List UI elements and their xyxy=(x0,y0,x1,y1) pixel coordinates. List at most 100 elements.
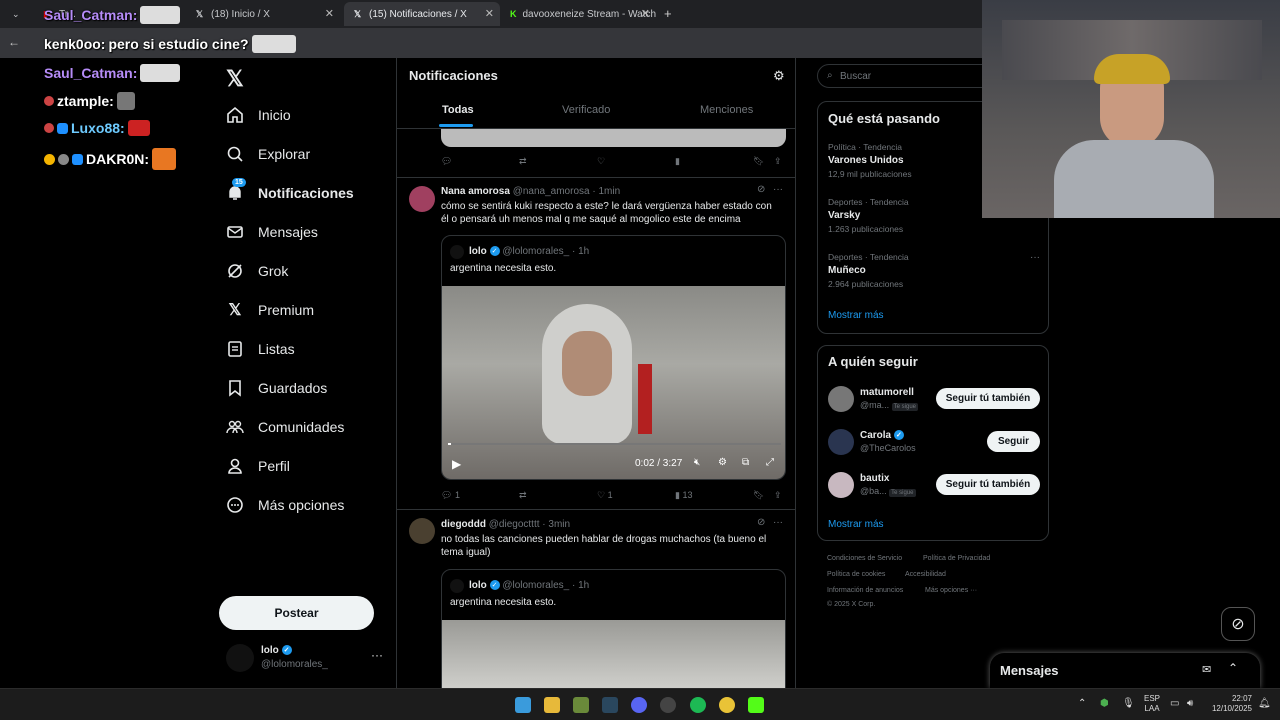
chrome-icon[interactable] xyxy=(719,697,735,713)
nav-inicio[interactable]: Inicio xyxy=(226,106,291,124)
back-icon[interactable]: ← xyxy=(8,35,20,49)
account-switcher[interactable]: lolo ✓ @lolomorales_ ··· xyxy=(226,642,396,678)
grok-icon[interactable]: ⊘ xyxy=(757,184,765,195)
tab-verificado[interactable]: Verificado xyxy=(562,104,610,116)
nav-mas-opciones[interactable]: Más opciones xyxy=(226,496,344,514)
close-tab-icon[interactable]: ✕ xyxy=(485,7,494,20)
settings-icon[interactable]: ⚙ xyxy=(718,457,727,468)
notification-bell-icon[interactable]: 🔔︎ xyxy=(1258,698,1271,709)
more-icon[interactable]: ··· xyxy=(773,517,783,528)
file-explorer-icon[interactable] xyxy=(544,697,560,713)
tab-todas[interactable]: Todas xyxy=(442,104,474,116)
repost-icon[interactable]: ⇄ xyxy=(519,156,527,167)
language-indicator[interactable]: ESP LAA xyxy=(1144,694,1160,714)
grok-floating-button[interactable]: ⊘ xyxy=(1221,607,1255,641)
mail-icon xyxy=(226,223,244,241)
like-button[interactable]: ♡ 1 xyxy=(597,490,613,501)
expand-icon[interactable]: ⌃ xyxy=(1228,661,1238,675)
nav-grok[interactable]: Grok xyxy=(226,262,288,280)
mute-icon[interactable]: 🔇︎ xyxy=(694,457,700,468)
footer-link[interactable]: Información de anuncios xyxy=(827,587,903,594)
more-icon[interactable]: ··· xyxy=(1030,252,1040,263)
nav-comunidades[interactable]: Comunidades xyxy=(226,418,344,436)
nav-label: Listas xyxy=(258,341,295,357)
bookmark-icon[interactable]: 🔖︎ xyxy=(753,156,764,167)
share-icon[interactable]: ⇪ xyxy=(774,156,782,167)
grok-icon[interactable]: ⊘ xyxy=(757,517,765,528)
post[interactable]: diegoddd @diegoctttt · 3min ⊘ ··· no tod… xyxy=(397,510,795,688)
nav-listas[interactable]: Listas xyxy=(226,340,295,358)
messages-drawer[interactable]: Mensajes ✉ ⌃ xyxy=(990,653,1260,688)
like-icon[interactable]: ♡ xyxy=(597,156,605,167)
tab-list-button[interactable]: ⌄ xyxy=(4,2,30,26)
more-icon[interactable]: ··· xyxy=(371,648,383,662)
trend-item[interactable]: Deportes · Tendencia Muñeco 2.964 publicac… xyxy=(828,252,1040,289)
trend-item[interactable]: Política · Tendencia Varones Unidos 12,9 m… xyxy=(828,142,912,179)
video-player[interactable] xyxy=(442,620,785,688)
reply-icon[interactable]: 💬︎ xyxy=(441,156,452,167)
quoted-post[interactable]: lolo ✓ @lolomorales_ · 1h argentina nece… xyxy=(441,235,786,480)
close-tab-icon[interactable]: ✕ xyxy=(325,7,334,20)
x-logo-icon: 𝕏 xyxy=(195,8,204,19)
compose-message-icon[interactable]: ✉ xyxy=(1202,663,1211,676)
minecraft-icon[interactable] xyxy=(573,697,589,713)
reply-button[interactable]: 💬︎ 1 xyxy=(441,490,460,501)
repost-icon[interactable]: ⇄ xyxy=(519,490,527,501)
x-logo-icon[interactable]: 𝕏 xyxy=(226,66,244,92)
footer-link[interactable]: Política de Privacidad xyxy=(923,555,990,562)
nav-mensajes[interactable]: Mensajes xyxy=(226,223,318,241)
close-tab-icon[interactable]: ✕ xyxy=(641,7,650,20)
more-icon[interactable]: ··· xyxy=(773,184,783,195)
show-more-link[interactable]: Mostrar más xyxy=(828,310,884,321)
obs-icon[interactable] xyxy=(660,697,676,713)
steam-icon[interactable] xyxy=(602,697,618,713)
video-progress-track[interactable] xyxy=(448,443,781,445)
trend-item[interactable]: Deportes · Tendencia Varsky 1.263 publicac… xyxy=(828,197,909,234)
tab-1[interactable]: 𝕏 (18) Inicio / X ✕ xyxy=(186,2,340,26)
fullscreen-icon[interactable]: ⤢ xyxy=(766,457,774,468)
chevron-up-icon[interactable]: ⌃ xyxy=(1078,698,1086,709)
video-player[interactable]: ▶ 0:02 / 3:27 🔇︎ ⚙ ⧉ ⤢ xyxy=(442,286,785,479)
follow-suggestion[interactable]: bautix @ba... Te sigue Seguir tú también xyxy=(828,472,1040,500)
kick-icon[interactable] xyxy=(748,697,764,713)
follow-button[interactable]: Seguir xyxy=(987,431,1040,452)
tab-3[interactable]: Kdavooxeneize Stream - Watch L ✕ xyxy=(502,2,656,26)
play-icon[interactable]: ▶ xyxy=(452,457,461,471)
bookmark-icon[interactable]: 🔖︎ xyxy=(753,490,764,501)
follow-suggestion[interactable]: matumorell @ma... Te sigue Seguir tú tam… xyxy=(828,386,1040,414)
pip-icon[interactable]: ⧉ xyxy=(742,457,749,468)
search-input[interactable]: Buscar xyxy=(840,71,871,82)
footer-link[interactable]: Accesibilidad xyxy=(905,571,946,578)
post[interactable]: Nana amorosa @nana_amorosa · 1min ⊘ ··· … xyxy=(397,178,795,508)
footer-link[interactable]: Condiciones de Servicio xyxy=(827,555,902,562)
follow-button[interactable]: Seguir tú también xyxy=(936,474,1040,495)
follow-button[interactable]: Seguir tú también xyxy=(936,388,1040,409)
microphone-icon[interactable]: 🎙︎ xyxy=(1122,698,1135,709)
tab-2[interactable]: 𝕏 (15) Notificaciones / X ✕ xyxy=(344,2,500,26)
nav-notificaciones[interactable]: 15 Notificaciones xyxy=(226,178,354,202)
clock[interactable]: 22:07 12/10/2025 xyxy=(1206,694,1252,714)
tray-app-icon[interactable]: ⬢ xyxy=(1100,698,1109,709)
nav-guardados[interactable]: Guardados xyxy=(226,379,327,397)
discord-icon[interactable] xyxy=(631,697,647,713)
footer-link[interactable]: Más opciones ··· xyxy=(925,587,977,594)
new-tab-button[interactable]: + xyxy=(664,6,672,21)
views-button[interactable]: ▮ 13 xyxy=(675,490,692,501)
share-icon[interactable]: ⇪ xyxy=(774,490,782,501)
network-icon[interactable]: ▭ xyxy=(1170,698,1179,709)
nav-premium[interactable]: 𝕏 Premium xyxy=(226,301,314,319)
settings-icon[interactable]: ⚙ xyxy=(773,68,785,84)
tab-menciones[interactable]: Menciones xyxy=(700,104,753,116)
nav-perfil[interactable]: Perfil xyxy=(226,457,290,475)
post-button[interactable]: Postear xyxy=(219,596,374,630)
footer-link[interactable]: Política de cookies xyxy=(827,571,885,578)
views-icon[interactable]: ▮ xyxy=(675,156,680,167)
spotify-icon[interactable] xyxy=(690,697,706,713)
quoted-post[interactable]: lolo ✓ @lolomorales_ · 1h argentina nece… xyxy=(441,569,786,688)
windows-start-icon[interactable] xyxy=(515,697,531,713)
show-more-link[interactable]: Mostrar más xyxy=(828,519,884,530)
nav-explorar[interactable]: Explorar xyxy=(226,145,310,163)
reply-count: 1 xyxy=(454,490,460,500)
follow-suggestion[interactable]: Carola ✓ @TheCarolos Seguir xyxy=(828,429,1040,457)
volume-icon[interactable]: 🔊︎ xyxy=(1187,698,1193,709)
